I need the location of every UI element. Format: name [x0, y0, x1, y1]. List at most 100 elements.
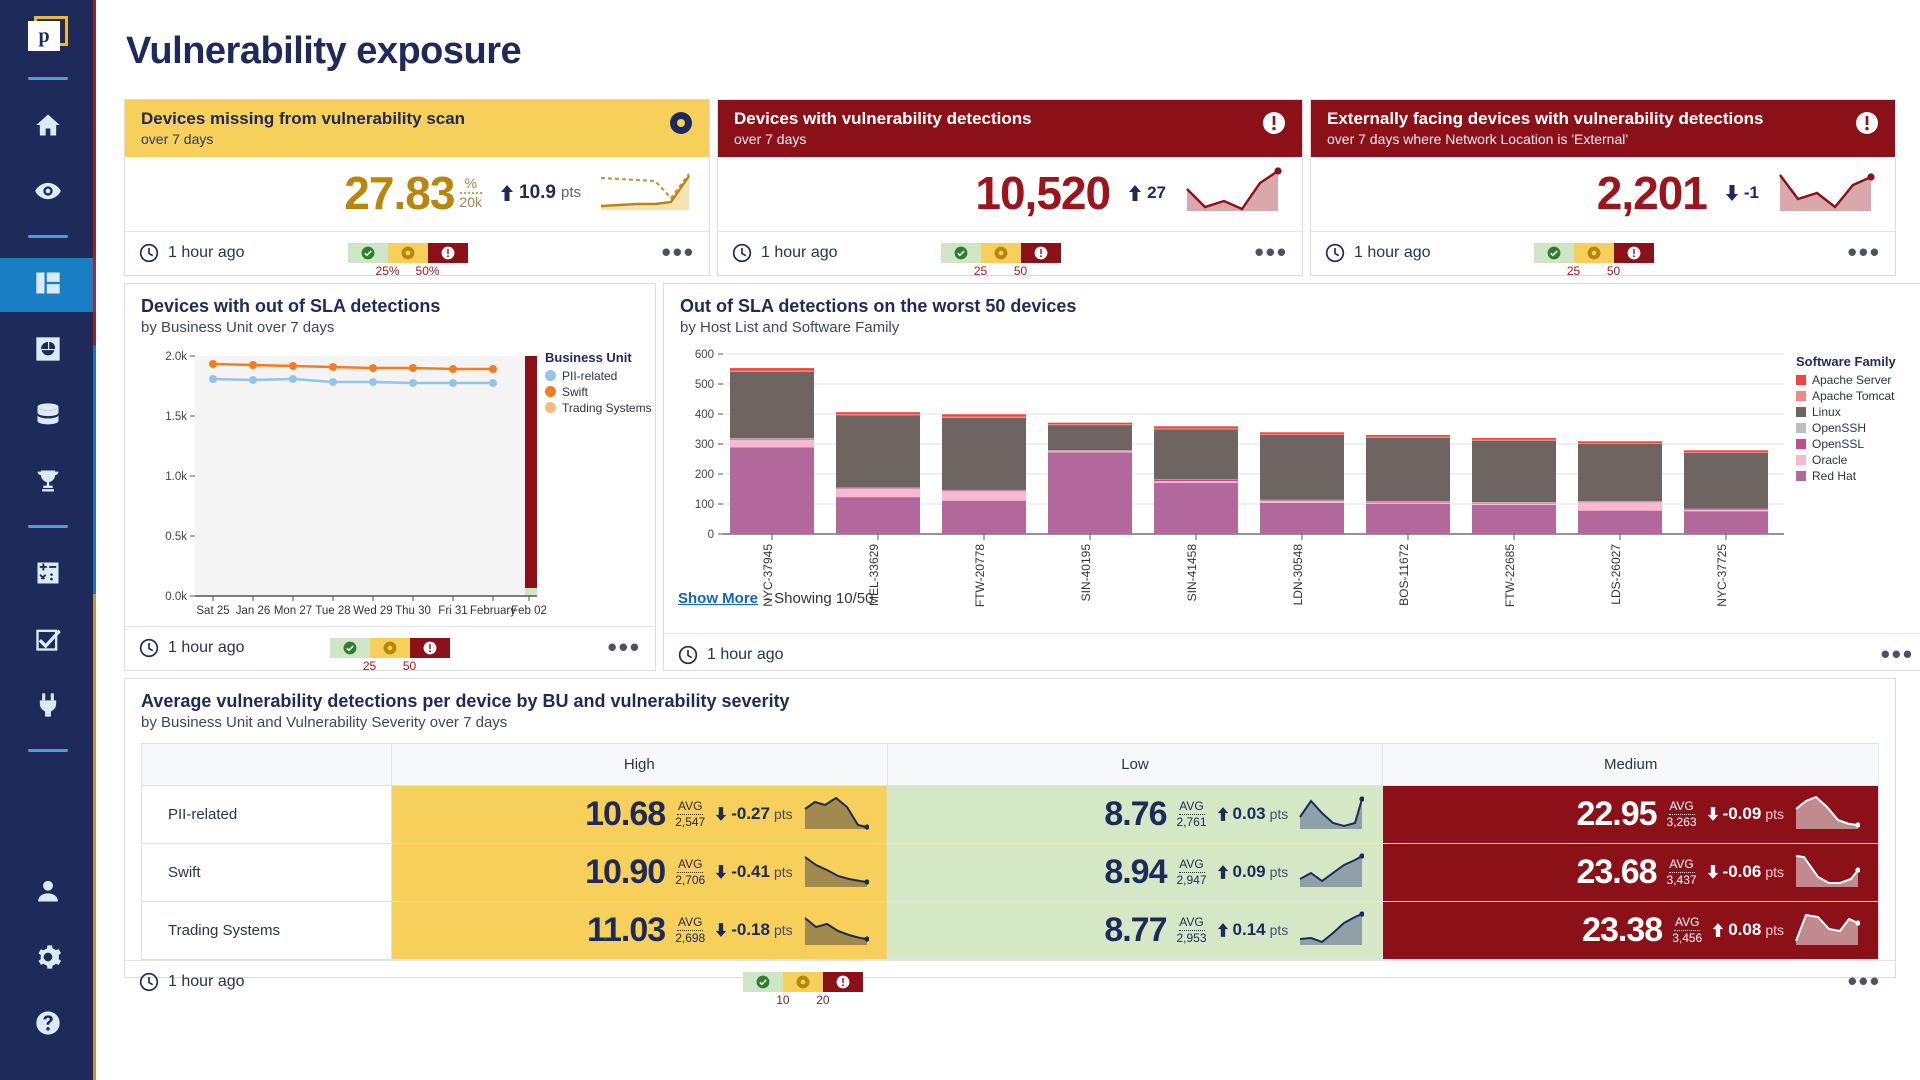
cell-avg-value: 2,547: [675, 816, 705, 829]
sidebar-item-home[interactable]: [0, 100, 96, 154]
kpi-more-button[interactable]: •••: [662, 245, 695, 261]
cell-value: 10.90: [585, 853, 665, 892]
col-header-blank: [142, 743, 392, 785]
panel-updated-text: 1 hour ago: [707, 646, 784, 664]
cell-high[interactable]: 10.90 AVG2,706 -0.41pts: [392, 843, 888, 901]
legend-item[interactable]: PII-related: [545, 369, 652, 383]
kpi-card-external-devices[interactable]: Externally facing devices with vulnerabi…: [1310, 99, 1896, 276]
svg-text:NYC-37725: NYC-37725: [1715, 543, 1729, 606]
gauge-amber: [783, 972, 823, 992]
panel-body: 2.0k1.5k 1.0k0.5k 0.0k: [125, 338, 655, 626]
cell-low[interactable]: 8.94 AVG2,947 0.09pts: [887, 843, 1383, 901]
legend-item[interactable]: Apache Tomcat: [1796, 389, 1896, 403]
trophy-icon: [34, 467, 62, 500]
row-label: PII-related: [142, 785, 392, 843]
gauge-amber: [370, 638, 410, 658]
app-logo[interactable]: p: [26, 14, 70, 54]
svg-text:LDN-30548: LDN-30548: [1291, 543, 1305, 605]
cell-value: 8.94: [1104, 853, 1166, 892]
sidebar-item-watch[interactable]: [0, 166, 96, 220]
panel-more-button[interactable]: •••: [1848, 974, 1881, 990]
cell-delta-value: 0.14: [1233, 920, 1266, 940]
legend-item[interactable]: OpenSSL: [1796, 437, 1896, 451]
sidebar-item-data[interactable]: [0, 390, 96, 444]
cell-avg: AVG2,761: [1177, 800, 1207, 828]
panel-header: Average vulnerability detections per dev…: [125, 679, 1895, 733]
cell-value: 8.76: [1104, 795, 1166, 834]
sidebar-item-goals[interactable]: [0, 456, 96, 510]
legend-item[interactable]: Linux: [1796, 405, 1896, 419]
cell-high[interactable]: 11.03 AVG2,698 -0.18pts: [392, 901, 888, 959]
cell-avg-label: AVG: [678, 916, 702, 929]
svg-text:300: 300: [695, 439, 714, 451]
cell-high[interactable]: 10.68 AVG2,547 -0.27pts: [392, 785, 888, 843]
legend-swatch-openssh: [1796, 423, 1806, 433]
legend-item[interactable]: Swift: [545, 385, 652, 399]
cell-sparkline: [1794, 909, 1860, 952]
show-more-link[interactable]: Show More: [678, 590, 758, 607]
sidebar-item-help[interactable]: [0, 998, 96, 1052]
kpi-more-button[interactable]: •••: [1255, 245, 1288, 261]
cell-value: 22.95: [1576, 795, 1656, 834]
panel-title: Average vulnerability detections per dev…: [141, 691, 1879, 712]
svg-text:Feb 02: Feb 02: [511, 605, 547, 617]
svg-text:February: February: [470, 605, 516, 617]
arrow-up-icon: [1217, 923, 1229, 937]
kpi-body: 2,201 -1: [1311, 157, 1895, 231]
cell-avg-value: 2,947: [1177, 874, 1207, 887]
clock-icon: [139, 638, 159, 658]
gauge-amber: [388, 243, 428, 263]
legend-item[interactable]: Apache Server: [1796, 373, 1896, 387]
line-chart-panel[interactable]: Devices with out of SLA detections by Bu…: [124, 283, 656, 671]
cell-medium[interactable]: 23.68 AVG3,437 -0.06pts: [1383, 843, 1879, 901]
kpi-more-button[interactable]: •••: [1848, 245, 1881, 261]
sidebar-item-settings[interactable]: [0, 932, 96, 986]
bar-chart-svg[interactable]: 600500400 300200100 0: [674, 348, 1914, 628]
col-header-medium: Medium: [1383, 743, 1879, 785]
legend-item[interactable]: Trading Systems: [545, 401, 652, 415]
panel-more-button[interactable]: •••: [1881, 647, 1914, 663]
cell-medium[interactable]: 23.38 AVG3,456 0.08pts: [1383, 901, 1879, 959]
cell-low[interactable]: 8.77 AVG2,953 0.14pts: [887, 901, 1383, 959]
arrow-down-icon: [1707, 865, 1719, 879]
sidebar-item-reports[interactable]: [0, 324, 96, 378]
legend-swatch-apache-server: [1796, 375, 1806, 385]
gauge-ticks: 25 50: [1534, 264, 1654, 278]
sidebar-item-profile[interactable]: [0, 866, 96, 920]
legend-item[interactable]: OpenSSH: [1796, 421, 1896, 435]
legend-item[interactable]: Red Hat: [1796, 469, 1896, 483]
kpi-footer: 1 hour ago: [125, 231, 709, 275]
cell-delta: 0.09pts: [1217, 862, 1289, 882]
cell-medium[interactable]: 22.95 AVG3,263 -0.09pts: [1383, 785, 1879, 843]
panel-body: High Low Medium PII-related 10.68: [125, 733, 1895, 960]
bar-chart-panel[interactable]: Out of SLA detections on the worst 50 de…: [663, 283, 1920, 671]
table-row[interactable]: Trading Systems 11.03 AVG2,698 -0.18pts: [142, 901, 1879, 959]
gauge-amber: [1574, 243, 1614, 263]
cell-low[interactable]: 8.76 AVG2,761 0.03pts: [887, 785, 1383, 843]
kpi-sparkline: [1777, 167, 1877, 218]
kpi-footer: 1 hour ago: [1311, 231, 1895, 275]
legend-label: Oracle: [1812, 453, 1847, 467]
cell-avg-value: 2,761: [1177, 816, 1207, 829]
arrow-down-icon: [715, 807, 727, 821]
cell-delta: -0.09pts: [1707, 804, 1784, 824]
sidebar-item-dashboards[interactable]: [0, 258, 96, 312]
legend-item[interactable]: Oracle: [1796, 453, 1896, 467]
kpi-value: 10,520: [975, 170, 1110, 216]
kpi-value: 27.83: [344, 170, 454, 216]
table-row[interactable]: PII-related 10.68 AVG2,547 -0.27pts: [142, 785, 1879, 843]
panel-more-button[interactable]: •••: [608, 640, 641, 656]
home-icon: [34, 111, 62, 144]
sidebar-item-integrations[interactable]: [0, 680, 96, 734]
kpi-value: 2,201: [1597, 170, 1707, 216]
kpi-title: Devices with vulnerability detections: [734, 109, 1032, 129]
table-panel[interactable]: Average vulnerability detections per dev…: [124, 678, 1896, 978]
kpi-card-missing-scan[interactable]: Devices missing from vulnerability scan …: [124, 99, 710, 276]
gauge-red: [428, 243, 468, 263]
kpi-card-vuln-detections[interactable]: Devices with vulnerability detections ov…: [717, 99, 1303, 276]
gauge-tick-1: 25: [363, 659, 376, 673]
sidebar-item-tasks[interactable]: [0, 614, 96, 668]
cell-delta-unit: pts: [1270, 864, 1289, 880]
sidebar-item-metrics[interactable]: [0, 548, 96, 602]
table-row[interactable]: Swift 10.90 AVG2,706 -0.41pts: [142, 843, 1879, 901]
